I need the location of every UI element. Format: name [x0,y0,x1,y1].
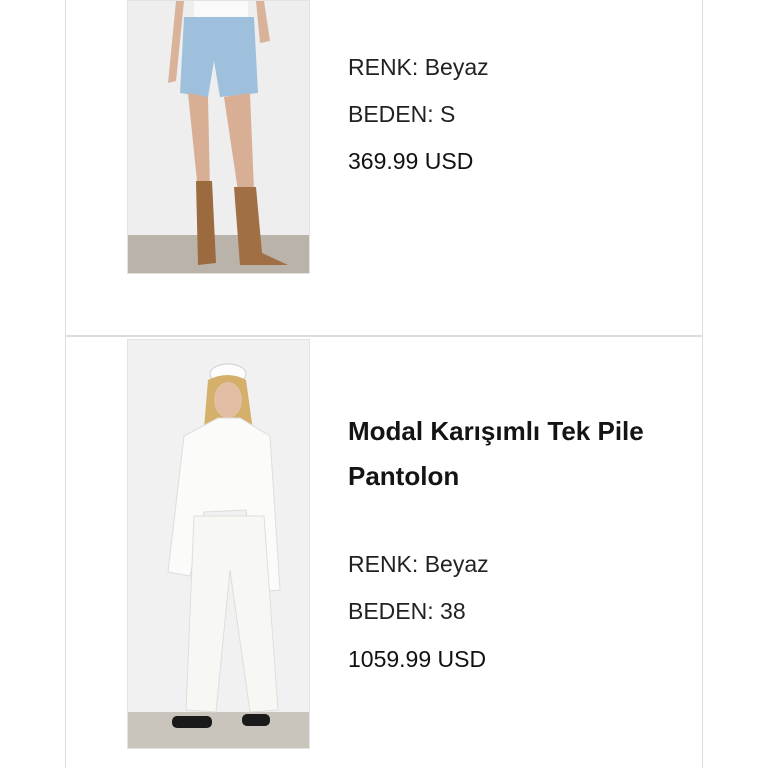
color-row: RENK: Beyaz [348,54,489,81]
size-row: BEDEN: 38 [348,598,466,625]
size-label: BEDEN: [348,598,434,624]
product-image[interactable] [127,339,310,749]
size-value: S [440,101,456,127]
size-row: BEDEN: S [348,101,455,128]
color-value: Beyaz [424,551,489,577]
product-photo-white-suit [128,340,309,748]
color-label: RENK: [348,551,419,577]
color-value: Beyaz [424,54,489,80]
size-value: 38 [440,598,466,624]
product-price: 369.99 USD [348,148,474,174]
cart-page: RENK: Beyaz BEDEN: S 369.99 USD Modal Ka… [0,0,768,768]
product-price: 1059.99 USD [348,646,487,672]
color-row: RENK: Beyaz [348,551,489,578]
product-image[interactable] [127,0,310,274]
product-photo-denim-shorts [128,1,309,273]
color-label: RENK: [348,54,419,80]
product-title[interactable]: Modal Karışımlı Tek Pile Pantolon [348,409,648,499]
cart-item: Modal Karışımlı Tek Pile Pantolon RENK: … [65,337,703,768]
cart-item: RENK: Beyaz BEDEN: S 369.99 USD [65,0,703,337]
size-label: BEDEN: [348,101,434,127]
